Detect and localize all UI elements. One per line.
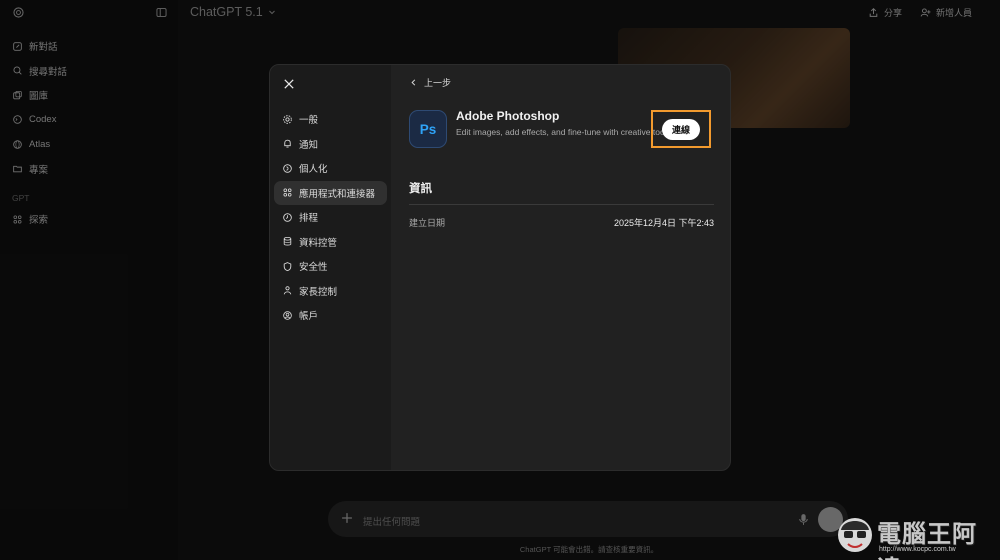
settings-nav-apps-connectors[interactable]: 應用程式和連接器	[274, 180, 387, 205]
nav-label: 通知	[299, 139, 319, 151]
gear-icon	[283, 114, 292, 124]
settings-nav: 一般 通知 個人化 應用程式和連接器 排程 資料控管 安全性 家長控制 帳戶	[270, 65, 391, 470]
app-detail-panel: 上一步 Ps Adobe Photoshop Edit images, add …	[409, 65, 714, 470]
divider	[409, 204, 714, 205]
app-name: Adobe Photoshop	[456, 109, 560, 123]
settings-nav-personalization[interactable]: 個人化	[274, 156, 387, 181]
bell-icon	[284, 140, 291, 148]
nav-label: 帳戶	[299, 311, 319, 323]
settings-nav-general[interactable]: 一般	[274, 107, 387, 132]
chevron-left-icon	[411, 79, 416, 86]
watermark-url: http://www.kocpc.com.tw	[879, 546, 956, 553]
photoshop-icon-text: Ps	[419, 121, 437, 137]
mascot-icon	[838, 518, 872, 552]
settings-modal: 一般 通知 個人化 應用程式和連接器 排程 資料控管 安全性 家長控制 帳戶 上…	[269, 64, 731, 471]
watermark-logo: 電腦王阿達 http://www.kocpc.com.tw	[835, 512, 995, 560]
connect-button[interactable]: 連線	[662, 118, 700, 140]
app-header: Ps Adobe Photoshop Edit images, add effe…	[409, 108, 714, 153]
clock-icon	[283, 212, 292, 222]
shield-icon	[283, 261, 292, 271]
settings-nav-schedule[interactable]: 排程	[274, 205, 387, 230]
back-button[interactable]: 上一步	[409, 76, 451, 89]
close-icon[interactable]	[282, 77, 296, 91]
settings-nav-list: 一般 通知 個人化 應用程式和連接器 排程 資料控管 安全性 家長控制 帳戶	[274, 107, 387, 328]
back-label: 上一步	[424, 78, 452, 88]
nav-label: 排程	[299, 213, 319, 225]
nav-label: 資料控管	[299, 237, 338, 249]
nav-label: 個人化	[299, 164, 328, 176]
personalize-icon	[283, 163, 292, 173]
nav-label: 應用程式和連接器	[299, 188, 376, 200]
settings-nav-parental-controls[interactable]: 家長控制	[274, 279, 387, 304]
info-section-title: 資訊	[409, 183, 432, 195]
settings-nav-data-controls[interactable]: 資料控管	[274, 230, 387, 255]
nav-label: 一般	[299, 115, 319, 127]
settings-nav-account[interactable]: 帳戶	[274, 303, 387, 328]
info-row-created: 建立日期 2025年12月4日 下午2:43	[409, 216, 714, 229]
info-value: 2025年12月4日 下午2:43	[613, 218, 714, 228]
settings-nav-notifications[interactable]: 通知	[274, 132, 387, 157]
connect-highlight: 連線	[651, 110, 711, 148]
info-label: 建立日期	[409, 218, 446, 228]
app-description: Edit images, add effects, and fine-tune …	[456, 127, 671, 137]
parent-icon	[283, 286, 292, 295]
database-icon	[283, 237, 292, 246]
nav-label: 安全性	[299, 262, 328, 274]
apps-icon	[283, 188, 292, 197]
watermark-text: 電腦王阿達	[877, 521, 977, 560]
settings-nav-security[interactable]: 安全性	[274, 254, 387, 279]
nav-label: 家長控制	[299, 286, 338, 298]
account-icon	[283, 310, 292, 320]
photoshop-icon: Ps	[409, 110, 447, 148]
